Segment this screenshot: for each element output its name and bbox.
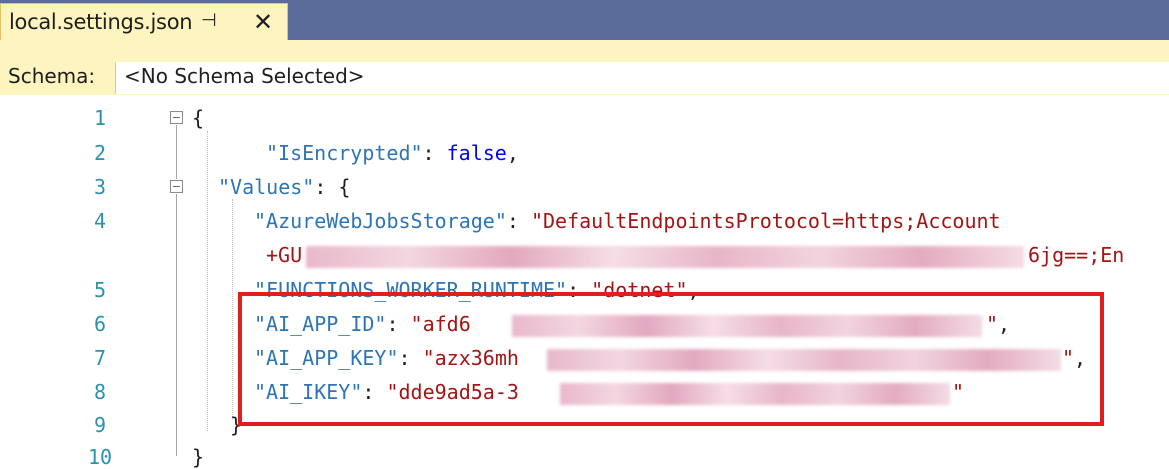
- code-line-4: "AzureWebJobsStorage": "DefaultEndpoints…: [254, 209, 1001, 233]
- line-number: 1: [93, 106, 107, 130]
- outline-line: [176, 125, 177, 179]
- json-value-start: +GU: [266, 243, 303, 267]
- line-number: 6: [93, 312, 107, 336]
- document-tab-bar: local.settings.json ⊣ ✕: [0, 0, 1169, 40]
- line-number: 10: [87, 445, 113, 469]
- colon: :: [506, 209, 531, 233]
- schema-select[interactable]: <No Schema Selected>: [115, 62, 1169, 94]
- outline-line: [176, 194, 177, 434]
- brace: }: [192, 445, 205, 469]
- code-line-10: }: [192, 445, 204, 469]
- line-number: 9: [93, 413, 107, 437]
- code-line-3: "Values": {: [218, 175, 350, 199]
- json-key: "IsEncrypted": [266, 141, 423, 165]
- code-line-1: {: [192, 106, 204, 130]
- line-number: 8: [93, 380, 107, 404]
- code-line-4-wrap: +GU: [266, 243, 302, 267]
- code-line-4-wrap-end: 6jg==;En: [1028, 243, 1124, 267]
- brace: {: [192, 106, 205, 130]
- indent-guide: [232, 199, 233, 419]
- colon-brace: : {: [314, 175, 351, 199]
- line-number: 4: [93, 209, 107, 233]
- line-number: 3: [93, 175, 107, 199]
- line-number: 2: [93, 141, 107, 165]
- schema-label: Schema:: [8, 64, 96, 88]
- schema-bar-spacer: [0, 40, 1169, 59]
- code-line-2: "IsEncrypted": false,: [266, 141, 519, 165]
- schema-select-value: <No Schema Selected>: [124, 64, 365, 88]
- comma: ,: [506, 141, 519, 165]
- collapse-root-icon[interactable]: [170, 111, 183, 124]
- pin-icon[interactable]: ⊣: [201, 10, 217, 31]
- json-value: "DefaultEndpointsProtocol=https;Account: [530, 209, 1001, 233]
- colon: :: [422, 141, 447, 165]
- json-value: false: [446, 141, 507, 165]
- close-icon[interactable]: ✕: [253, 4, 273, 40]
- tab-title: local.settings.json: [9, 10, 193, 34]
- json-key: "AzureWebJobsStorage": [254, 209, 507, 233]
- collapse-values-icon[interactable]: [170, 180, 183, 193]
- line-number: 5: [93, 278, 107, 302]
- tab-local-settings-json[interactable]: local.settings.json ⊣ ✕: [0, 3, 288, 40]
- highlight-box: [238, 292, 1104, 426]
- redacted-secret: [306, 246, 1024, 268]
- line-number: 7: [93, 346, 107, 370]
- json-value-end: 6jg==;En: [1028, 243, 1125, 267]
- json-key: "Values": [218, 175, 315, 199]
- indent-guide: [207, 131, 208, 431]
- outline-line: [176, 434, 177, 456]
